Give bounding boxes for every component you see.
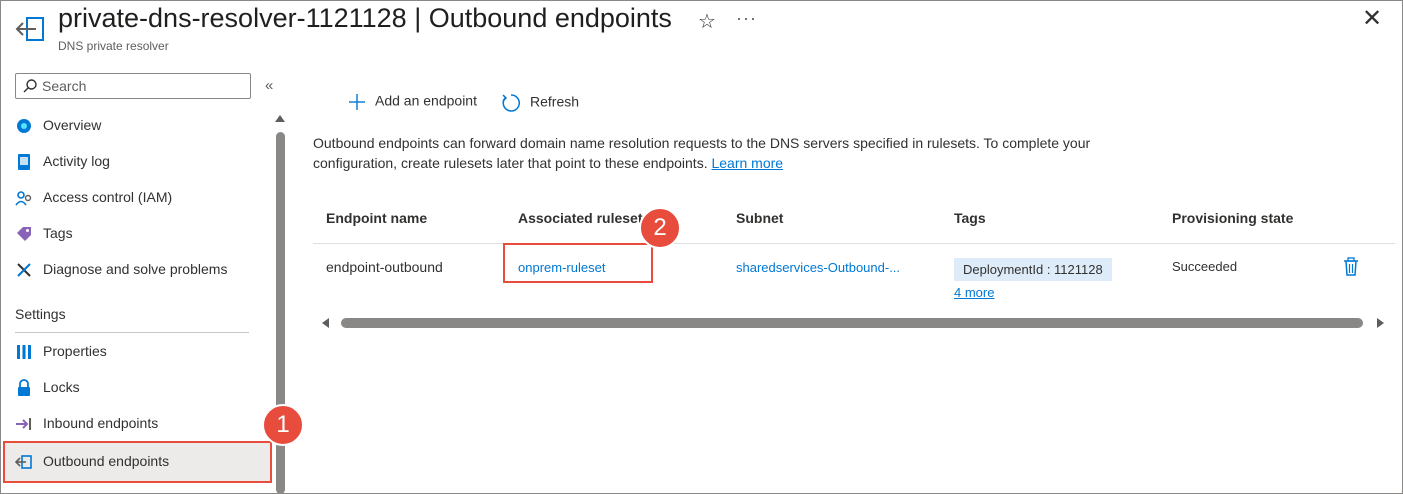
ruleset-link[interactable]: onprem-ruleset bbox=[518, 260, 605, 275]
refresh-label: Refresh bbox=[530, 93, 580, 110]
more-tags-link[interactable]: 4 more bbox=[954, 285, 994, 300]
scroll-left-arrow-icon[interactable] bbox=[322, 318, 329, 328]
callout-badge-1: 1 bbox=[262, 404, 304, 446]
refresh-button[interactable]: Refresh bbox=[500, 92, 579, 114]
sidebar-item-label: Access control (IAM) bbox=[43, 189, 173, 205]
more-options-icon[interactable]: ··· bbox=[736, 8, 757, 29]
sidebar-item-label: Overview bbox=[43, 117, 102, 133]
favorite-star-icon[interactable]: ☆ bbox=[698, 9, 716, 34]
lock-icon bbox=[18, 379, 30, 396]
scroll-up-arrow-icon[interactable] bbox=[275, 115, 285, 122]
table-horizontal-scrollbar-thumb[interactable] bbox=[341, 318, 1363, 328]
sidebar-item-inbound-endpoints[interactable]: Inbound endpoints bbox=[3, 406, 271, 442]
resource-name: private-dns-resolver-1121128 bbox=[58, 3, 407, 33]
activity-log-icon bbox=[18, 154, 30, 170]
column-header-provisioning-state[interactable]: Provisioning state bbox=[1172, 210, 1293, 226]
page-title: private-dns-resolver-1121128 | Outbound … bbox=[58, 3, 672, 34]
plus-icon bbox=[349, 94, 365, 110]
settings-section-header: Settings bbox=[15, 306, 66, 322]
sidebar-item-locks[interactable]: Locks bbox=[3, 370, 271, 406]
learn-more-link[interactable]: Learn more bbox=[711, 155, 783, 171]
outbound-icon bbox=[15, 455, 32, 469]
table-header-divider bbox=[313, 243, 1395, 244]
sidebar-item-activity-log[interactable]: Activity log bbox=[3, 144, 271, 180]
sidebar-item-access-control[interactable]: Access control (IAM) bbox=[3, 180, 271, 216]
iam-icon bbox=[15, 191, 32, 206]
column-header-associated-ruleset[interactable]: Associated ruleset bbox=[518, 210, 643, 226]
inbound-icon bbox=[16, 418, 31, 430]
page-description: Outbound endpoints can forward domain na… bbox=[313, 133, 1173, 173]
subnet-link[interactable]: sharedservices-Outbound-... bbox=[736, 260, 900, 275]
section-divider bbox=[15, 332, 249, 333]
blade-name: Outbound endpoints bbox=[428, 3, 672, 33]
properties-icon bbox=[17, 345, 31, 359]
sidebar-search-input[interactable]: Search bbox=[15, 73, 251, 99]
description-text: Outbound endpoints can forward domain na… bbox=[313, 135, 1091, 171]
scroll-right-arrow-icon[interactable] bbox=[1377, 318, 1384, 328]
wrench-icon bbox=[17, 263, 31, 277]
callout-badge-2: 2 bbox=[639, 207, 681, 249]
sidebar-item-diagnose[interactable]: Diagnose and solve problems bbox=[3, 252, 271, 288]
sidebar-item-label: Activity log bbox=[43, 153, 110, 169]
cell-provisioning-state: Succeeded bbox=[1172, 259, 1238, 274]
sidebar-item-label: Tags bbox=[43, 225, 73, 241]
refresh-icon bbox=[502, 94, 520, 112]
sidebar-item-label: Locks bbox=[43, 379, 80, 395]
outbound-endpoint-icon bbox=[15, 17, 44, 41]
close-icon[interactable]: ✕ bbox=[1362, 4, 1382, 33]
search-icon bbox=[23, 79, 37, 93]
overview-icon bbox=[17, 119, 31, 133]
collapse-sidebar-icon[interactable]: « bbox=[265, 77, 273, 94]
add-endpoint-label: Add an endpoint bbox=[375, 92, 477, 109]
sidebar-item-overview[interactable]: Overview bbox=[3, 108, 271, 144]
column-header-endpoint-name[interactable]: Endpoint name bbox=[326, 210, 427, 226]
sidebar-item-tags[interactable]: Tags bbox=[3, 216, 271, 252]
resource-type: DNS private resolver bbox=[58, 39, 169, 53]
tag-chip: DeploymentId : 1121128 bbox=[954, 258, 1112, 281]
sidebar-item-outbound-endpoints[interactable]: Outbound endpoints bbox=[3, 441, 272, 483]
search-placeholder: Search bbox=[42, 78, 87, 94]
sidebar-item-label: Diagnose and solve problems bbox=[43, 261, 228, 277]
delete-icon[interactable] bbox=[1342, 257, 1360, 277]
column-header-tags[interactable]: Tags bbox=[954, 210, 986, 226]
column-header-subnet[interactable]: Subnet bbox=[736, 210, 783, 226]
sidebar-item-properties[interactable]: Properties bbox=[3, 334, 271, 370]
sidebar-item-label: Properties bbox=[43, 343, 107, 359]
cell-endpoint-name: endpoint-outbound bbox=[326, 259, 443, 275]
sidebar-item-label: Inbound endpoints bbox=[43, 415, 159, 431]
tag-icon bbox=[17, 227, 31, 241]
sidebar-item-label: Outbound endpoints bbox=[43, 453, 170, 469]
add-endpoint-button[interactable]: Add an endpoint bbox=[347, 92, 477, 112]
title-separator: | bbox=[414, 3, 422, 33]
